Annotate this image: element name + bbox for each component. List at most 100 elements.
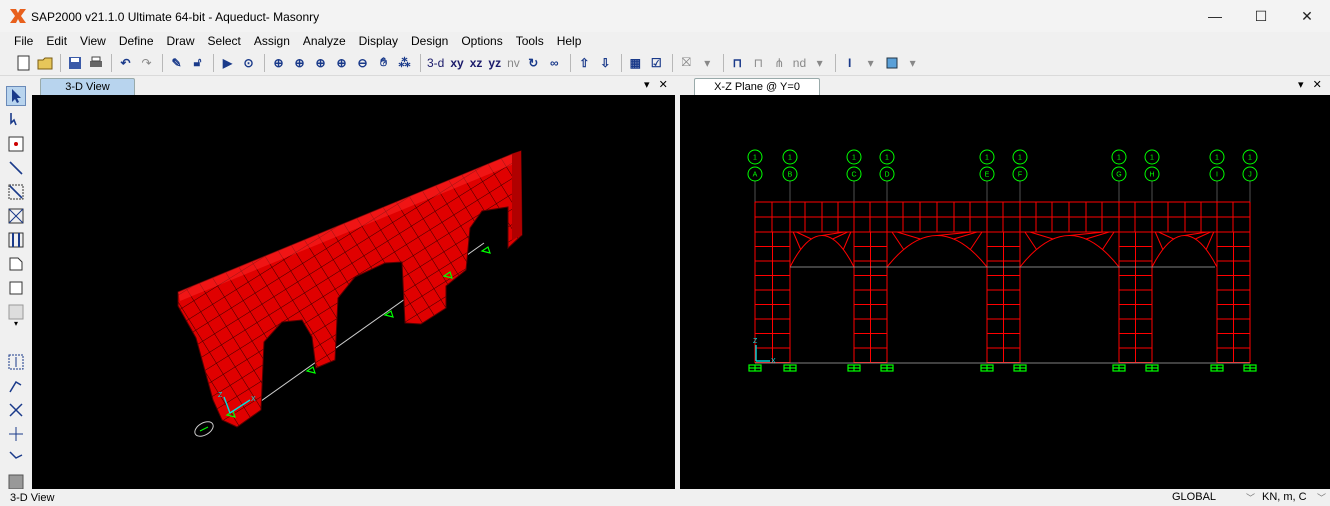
open-model-icon[interactable] (35, 53, 54, 72)
tab-xz-plane[interactable]: X-Z Plane @ Y=0 (694, 78, 820, 95)
main-toolbar: ↶ ↷ ✎ 🔓︎ ▶ ⊙ ⊕ ⊕ ⊕ ⊕ ⊖ ✋︎ ⁂ 3-d xy xz yz… (0, 50, 1330, 76)
i-section-icon[interactable]: I (840, 53, 859, 72)
object-shrink-icon[interactable]: ▦ (626, 53, 645, 72)
set-display-icon[interactable]: ⁂ (395, 53, 414, 72)
grid-bubble-bottom: J (1242, 166, 1258, 182)
move-down-icon[interactable]: ⇩ (596, 53, 615, 72)
quick-draw-braces-icon[interactable] (6, 206, 26, 226)
tab-3d-view[interactable]: 3-D View (40, 78, 135, 95)
grid-bubble-label: 1 (985, 155, 989, 162)
run-now-icon[interactable]: ⊙ (239, 53, 258, 72)
view-yz-button[interactable]: yz (486, 53, 503, 72)
zoom-in-icon[interactable]: ⊕ (311, 53, 330, 72)
show-undeformed-icon[interactable]: ⛝ (677, 53, 696, 72)
axis-z-label-xz: Z (753, 338, 758, 345)
view-3d-button[interactable]: 3-d (425, 53, 446, 72)
reshape-icon[interactable] (6, 110, 26, 130)
menu-select[interactable]: Select (208, 34, 241, 48)
nd-dropdown[interactable]: nd (791, 53, 808, 72)
dropdown-arrow-icon[interactable]: ▾ (861, 53, 880, 72)
intersecting-line-select-icon[interactable] (6, 424, 26, 444)
dropdown-arrow-icon[interactable]: ▾ (698, 53, 717, 72)
menu-tools[interactable]: Tools (516, 34, 544, 48)
select-all-icon[interactable] (6, 352, 26, 372)
dropdown-arrow-icon[interactable]: ▾ (810, 53, 829, 72)
grid-bubble-label: G (1116, 172, 1121, 179)
view-xy-button[interactable]: xy (448, 53, 465, 72)
zoom-out-icon[interactable]: ⊖ (353, 53, 372, 72)
draw-joint-icon[interactable] (6, 134, 26, 154)
toolbar-separator (213, 53, 214, 72)
minimize-button[interactable]: — (1192, 0, 1238, 32)
set-display-options-icon[interactable]: ☑ (647, 53, 666, 72)
frame-section-icon[interactable]: ⊓ (728, 53, 747, 72)
grid-bubble-bottom: D (879, 166, 895, 182)
status-current-view: 3-D View (10, 492, 55, 504)
menu-display[interactable]: Display (359, 34, 398, 48)
units-value: KN, m, C (1262, 491, 1307, 503)
more-tools-arrow-icon[interactable]: ▾ (6, 318, 26, 328)
snap-options-icon[interactable] (6, 448, 26, 468)
menu-file[interactable]: File (14, 34, 33, 48)
perspective-icon[interactable]: ∞ (545, 53, 564, 72)
grid-bubble-label: E (985, 172, 990, 179)
area-section-icon[interactable] (882, 53, 901, 72)
toolbar-separator (569, 53, 571, 72)
undo-icon[interactable]: ↶ (116, 53, 135, 72)
frame-section-alt-icon[interactable]: ⊓ (749, 53, 768, 72)
lock-icon[interactable]: 🔓︎ (188, 53, 207, 72)
grid-bubble-label: 1 (1117, 155, 1121, 162)
pan-hand-icon[interactable]: ✋︎ (374, 53, 393, 72)
coord-system-dropdown[interactable]: GLOBAL ﹀ (1172, 491, 1257, 505)
move-up-icon[interactable]: ⇧ (575, 53, 594, 72)
frame-release-icon[interactable]: ⋔ (770, 53, 789, 72)
menu-analyze[interactable]: Analyze (303, 34, 346, 48)
grid-bubbles: 1 A 1 B 1 C 1 D 1 E 1 F 1 G 1 H 1 I 1 J (747, 149, 1258, 202)
pointer-select-icon[interactable] (6, 86, 26, 106)
coord-system-value: GLOBAL (1172, 491, 1217, 503)
zoom-in-step-icon[interactable]: ⊕ (332, 53, 351, 72)
chevron-down-icon: ﹀ (1245, 493, 1255, 503)
new-model-icon[interactable] (14, 53, 33, 72)
clear-selection-icon[interactable] (6, 400, 26, 420)
grid-bubble-bottom: B (782, 166, 798, 182)
grid-bubble-label: 1 (1018, 155, 1022, 162)
grid-bubble-label: B (788, 172, 793, 179)
print-icon[interactable] (86, 53, 105, 72)
close-button[interactable]: ✕ (1284, 0, 1330, 32)
menu-define[interactable]: Define (119, 34, 154, 48)
toolbar-separator (671, 53, 673, 72)
maximize-button[interactable]: ☐ (1238, 0, 1284, 32)
menu-help[interactable]: Help (557, 34, 582, 48)
menu-options[interactable]: Options (461, 34, 502, 48)
pane-controls[interactable]: ▾ ✕ (644, 78, 671, 91)
view-nv-button[interactable]: nv (505, 53, 522, 72)
quick-draw-frame-icon[interactable] (6, 182, 26, 202)
menu-draw[interactable]: Draw (167, 34, 195, 48)
viewport-xz[interactable]: 1 A 1 B 1 C 1 D 1 E 1 F 1 G 1 H 1 I 1 J Z X (680, 95, 1330, 489)
rotate-view-icon[interactable]: ↻ (524, 53, 543, 72)
units-dropdown[interactable]: KN, m, C ﹀ (1262, 491, 1328, 505)
grid-bubble-label: 1 (1215, 155, 1219, 162)
draw-frame-icon[interactable] (6, 158, 26, 178)
redo-icon[interactable]: ↷ (137, 53, 156, 72)
dropdown-arrow-icon[interactable]: ▾ (903, 53, 922, 72)
viewport-3d[interactable]: X Z (32, 95, 675, 489)
grid-bubble-label: F (1018, 172, 1022, 179)
quick-draw-secondary-icon[interactable] (6, 230, 26, 250)
zoom-restore-icon[interactable]: ⊕ (290, 53, 309, 72)
menu-view[interactable]: View (80, 34, 106, 48)
view-xz-button[interactable]: xz (468, 53, 485, 72)
draw-poly-area-icon[interactable] (6, 254, 26, 274)
menu-design[interactable]: Design (411, 34, 448, 48)
save-icon[interactable] (65, 53, 84, 72)
pane-controls[interactable]: ▾ ✕ (1298, 78, 1325, 91)
edit-pencil-icon[interactable]: ✎ (167, 53, 186, 72)
zoom-window-icon[interactable]: ⊕ (269, 53, 288, 72)
draw-rect-area-icon[interactable] (6, 278, 26, 298)
model-3d-drawing: X Z (177, 150, 523, 437)
run-analysis-icon[interactable]: ▶ (218, 53, 237, 72)
get-previous-selection-icon[interactable] (6, 376, 26, 396)
menu-assign[interactable]: Assign (254, 34, 290, 48)
menu-edit[interactable]: Edit (46, 34, 67, 48)
